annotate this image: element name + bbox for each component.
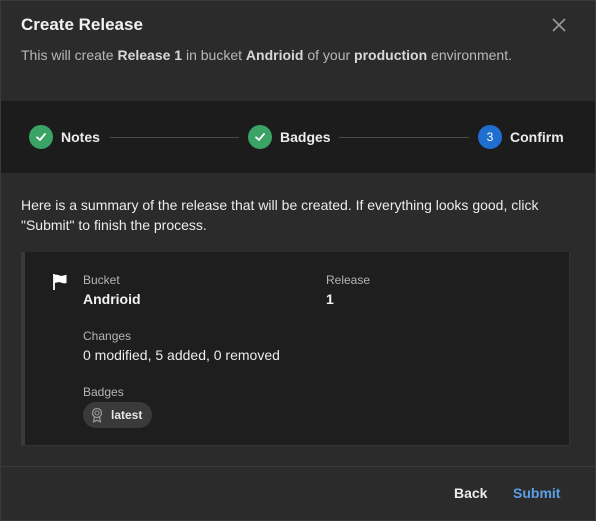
subtitle-text: This will create — [21, 47, 118, 63]
subtitle-release-name: Release 1 — [117, 47, 183, 63]
badges-label: Badges — [83, 385, 124, 399]
subtitle-bucket-name: Andrioid — [245, 47, 304, 63]
subtitle-text: environment. — [427, 47, 512, 63]
summary-text: Here is a summary of the release that wi… — [21, 197, 539, 233]
check-icon — [29, 125, 53, 149]
submit-button[interactable]: Submit — [513, 485, 560, 501]
step-badges[interactable]: Badges — [248, 125, 331, 149]
step-label: Notes — [61, 129, 100, 145]
bucket-value: Andrioid — [83, 291, 141, 307]
create-release-dialog: Create Release This will create Release … — [0, 0, 596, 521]
release-summary-card: Bucket Andrioid Release 1 Changes 0 modi… — [21, 252, 570, 446]
step-label: Badges — [280, 129, 331, 145]
step-number: 3 — [478, 125, 502, 149]
medal-icon — [91, 407, 103, 423]
subtitle-text: in bucket — [182, 47, 246, 63]
check-icon — [248, 125, 272, 149]
dialog-header: Create Release This will create Release … — [1, 1, 595, 101]
back-button[interactable]: Back — [454, 485, 487, 501]
release-label: Release — [326, 273, 371, 287]
dialog-subtitle: This will create Release 1 in bucket And… — [21, 45, 541, 65]
step-label: Confirm — [510, 129, 564, 145]
dialog-title: Create Release — [21, 15, 143, 34]
subtitle-environment: production — [354, 47, 428, 63]
step-connector — [110, 137, 239, 138]
footer-divider — [1, 466, 595, 467]
bucket-label: Bucket — [83, 273, 120, 287]
changes-value: 0 modified, 5 added, 0 removed — [83, 347, 280, 363]
badge-label: latest — [111, 408, 143, 422]
step-confirm[interactable]: 3 Confirm — [478, 125, 564, 149]
badge-chip: latest — [83, 402, 153, 428]
release-value: 1 — [326, 291, 334, 307]
close-icon[interactable] — [549, 15, 569, 35]
step-notes[interactable]: Notes — [29, 125, 100, 149]
changes-label: Changes — [83, 329, 132, 343]
release-stepper: Notes Badges 3 Confirm — [1, 101, 595, 173]
subtitle-text: of your — [303, 47, 355, 63]
step-connector — [339, 137, 469, 138]
flag-icon — [50, 272, 70, 292]
